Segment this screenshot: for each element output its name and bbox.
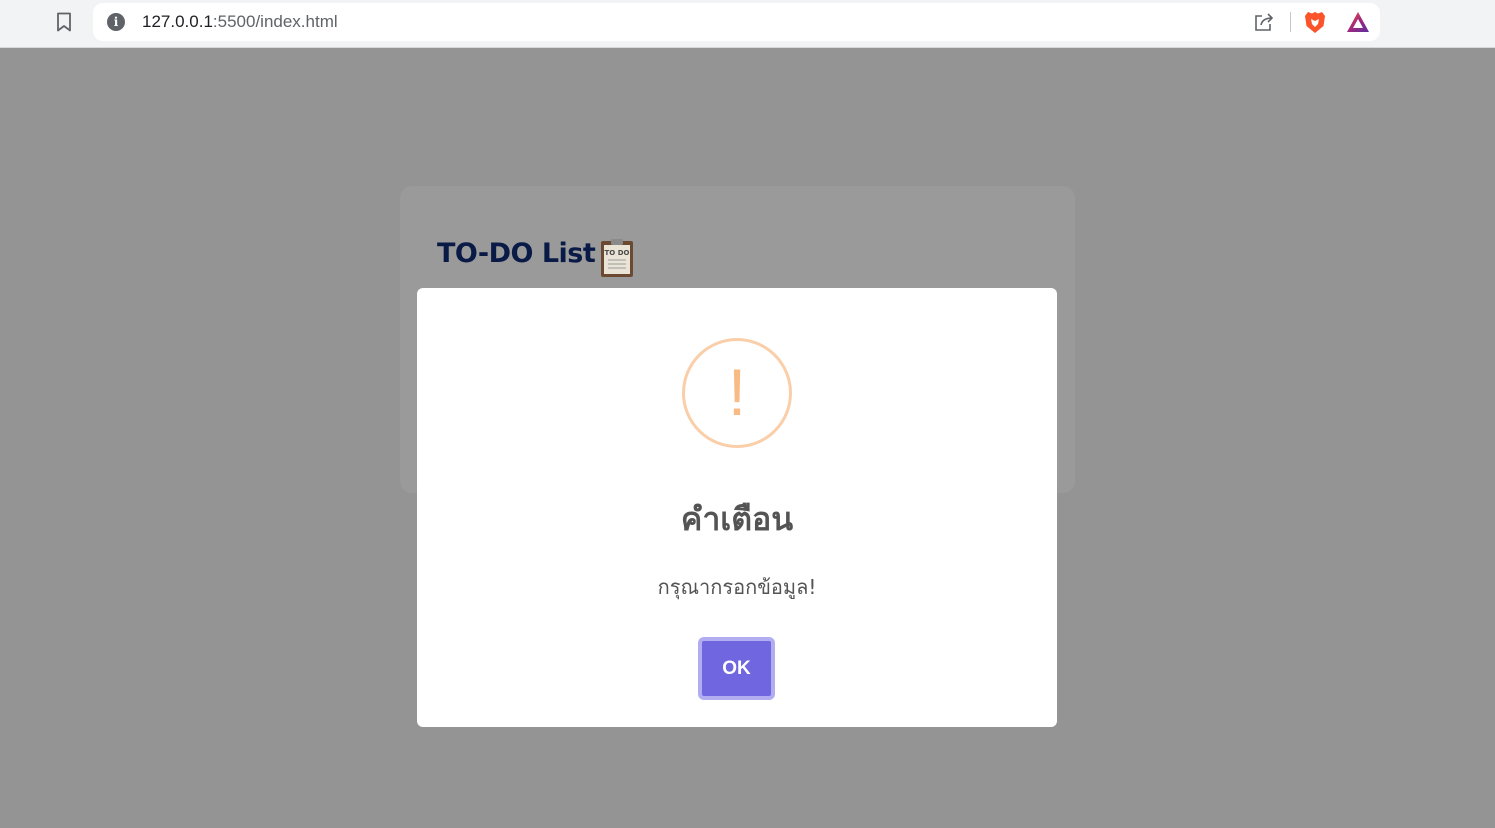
clipboard-label: TO DO (605, 249, 630, 257)
app-title: TO-DO List (437, 238, 596, 269)
toolbar-divider (1290, 12, 1291, 32)
ok-button[interactable]: OK (698, 637, 775, 700)
url-host: 127.0.0.1 (142, 12, 213, 31)
warning-icon: ! (682, 338, 792, 448)
address-bar[interactable]: i 127.0.0.1:5500/index.html (93, 3, 1380, 41)
bookmark-icon[interactable] (52, 10, 76, 34)
url-text[interactable]: 127.0.0.1:5500/index.html (142, 12, 338, 32)
dialog-title: คำเตือน (680, 500, 794, 538)
brave-shield-icon[interactable] (1304, 10, 1326, 34)
warning-dialog: ! คำเตือน กรุณากรอกข้อมูล! OK (417, 288, 1057, 727)
dialog-message: กรุณากรอกข้อมูล! (657, 575, 817, 599)
warning-symbol: ! (727, 355, 747, 429)
browser-toolbar: i 127.0.0.1:5500/index.html (0, 0, 1495, 48)
brave-rewards-icon[interactable] (1346, 11, 1370, 33)
url-path: :5500/index.html (212, 12, 338, 31)
site-info-icon[interactable]: i (107, 13, 125, 31)
clipboard-todo-icon: TO DO (600, 238, 634, 278)
share-icon[interactable] (1253, 11, 1275, 33)
